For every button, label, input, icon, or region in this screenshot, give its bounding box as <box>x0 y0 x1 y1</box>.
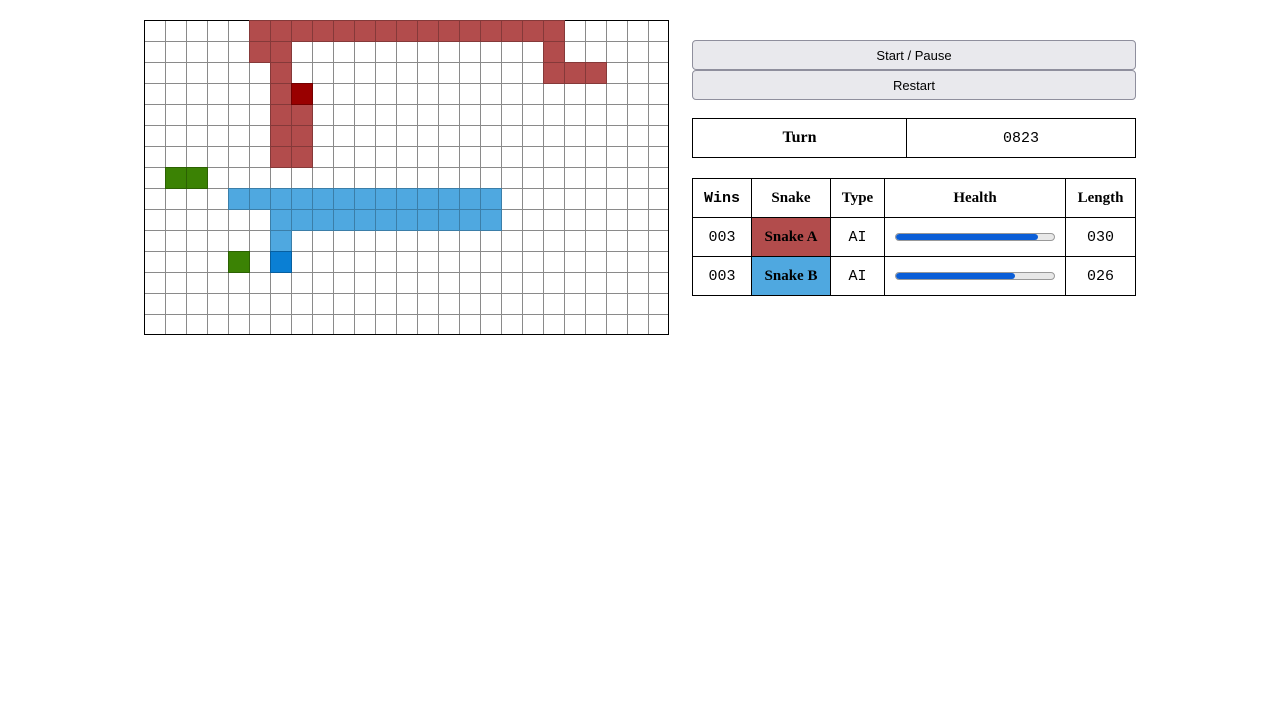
snake-body-cell <box>543 62 565 84</box>
snake-body-cell <box>459 188 481 210</box>
type-value: AI <box>830 217 885 257</box>
header-health: Health <box>884 178 1066 218</box>
stats-row-snake-a: 003 Snake A AI 030 <box>692 217 1136 257</box>
snake-body-cell <box>501 20 523 42</box>
wins-value: 003 <box>692 256 752 296</box>
snake-body-cell <box>480 209 502 231</box>
snake-body-cell <box>270 41 292 63</box>
restart-button[interactable]: Restart <box>692 70 1136 100</box>
snake-stats-table: Wins Snake Type Health Length 003 Snake … <box>692 178 1136 296</box>
game-board <box>144 20 669 335</box>
header-snake: Snake <box>751 178 831 218</box>
stats-row-snake-b: 003 Snake B AI 026 <box>692 256 1136 296</box>
snake-body-cell <box>270 188 292 210</box>
snake-body-cell <box>270 146 292 168</box>
snake-body-cell <box>480 20 502 42</box>
snake-head-cell <box>291 83 313 105</box>
snake-body-cell <box>270 20 292 42</box>
snake-body-cell <box>459 209 481 231</box>
snake-body-cell <box>249 188 271 210</box>
snake-head-cell <box>270 251 292 273</box>
start-pause-button[interactable]: Start / Pause <box>692 40 1136 70</box>
snake-body-cell <box>312 20 334 42</box>
snake-body-cell <box>354 20 376 42</box>
snake-body-cell <box>291 125 313 147</box>
food-cell <box>186 167 208 189</box>
snake-body-cell <box>333 20 355 42</box>
snake-body-cell <box>417 209 439 231</box>
snake-body-cell <box>270 104 292 126</box>
turn-table: Turn 0823 <box>692 118 1136 158</box>
wins-value: 003 <box>692 217 752 257</box>
food-cell <box>165 167 187 189</box>
header-wins: Wins <box>692 178 752 218</box>
snake-body-cell <box>291 188 313 210</box>
snake-body-cell <box>270 230 292 252</box>
snake-body-cell <box>438 20 460 42</box>
snake-body-cell <box>228 188 250 210</box>
snake-body-cell <box>249 41 271 63</box>
snake-body-cell <box>375 188 397 210</box>
snake-body-cell <box>543 41 565 63</box>
health-bar <box>895 272 1055 280</box>
snake-body-cell <box>480 188 502 210</box>
turn-label: Turn <box>692 118 907 158</box>
health-bar-fill <box>896 273 1015 279</box>
snake-body-cell <box>438 188 460 210</box>
snake-body-cell <box>543 20 565 42</box>
snake-body-cell <box>417 20 439 42</box>
snake-body-cell <box>396 188 418 210</box>
snake-name-cell: Snake A <box>751 217 831 257</box>
header-type: Type <box>830 178 885 218</box>
stats-header-row: Wins Snake Type Health Length <box>692 178 1136 218</box>
snake-body-cell <box>354 188 376 210</box>
snake-body-cell <box>291 209 313 231</box>
length-value: 030 <box>1065 217 1136 257</box>
health-bar <box>895 233 1055 241</box>
snake-body-cell <box>291 146 313 168</box>
header-length: Length <box>1065 178 1136 218</box>
snake-body-cell <box>438 209 460 231</box>
snake-body-cell <box>522 20 544 42</box>
snake-body-cell <box>312 209 334 231</box>
snake-body-cell <box>270 83 292 105</box>
snake-body-cell <box>459 20 481 42</box>
snake-body-cell <box>291 20 313 42</box>
snake-body-cell <box>585 62 607 84</box>
snake-body-cell <box>291 104 313 126</box>
snake-body-cell <box>375 209 397 231</box>
snake-body-cell <box>396 20 418 42</box>
snake-name-cell: Snake B <box>751 256 831 296</box>
snake-body-cell <box>375 20 397 42</box>
snake-body-cell <box>333 188 355 210</box>
snake-body-cell <box>564 62 586 84</box>
snake-body-cell <box>396 209 418 231</box>
length-value: 026 <box>1065 256 1136 296</box>
turn-counter: 0823 <box>906 118 1136 158</box>
snake-body-cell <box>354 209 376 231</box>
snake-body-cell <box>270 125 292 147</box>
snake-body-cell <box>270 209 292 231</box>
snake-body-cell <box>270 62 292 84</box>
health-cell <box>884 217 1066 257</box>
type-value: AI <box>830 256 885 296</box>
health-bar-fill <box>896 234 1039 240</box>
food-cell <box>228 251 250 273</box>
snake-body-cell <box>333 209 355 231</box>
snake-body-cell <box>417 188 439 210</box>
snake-body-cell <box>249 20 271 42</box>
health-cell <box>884 256 1066 296</box>
snake-body-cell <box>312 188 334 210</box>
